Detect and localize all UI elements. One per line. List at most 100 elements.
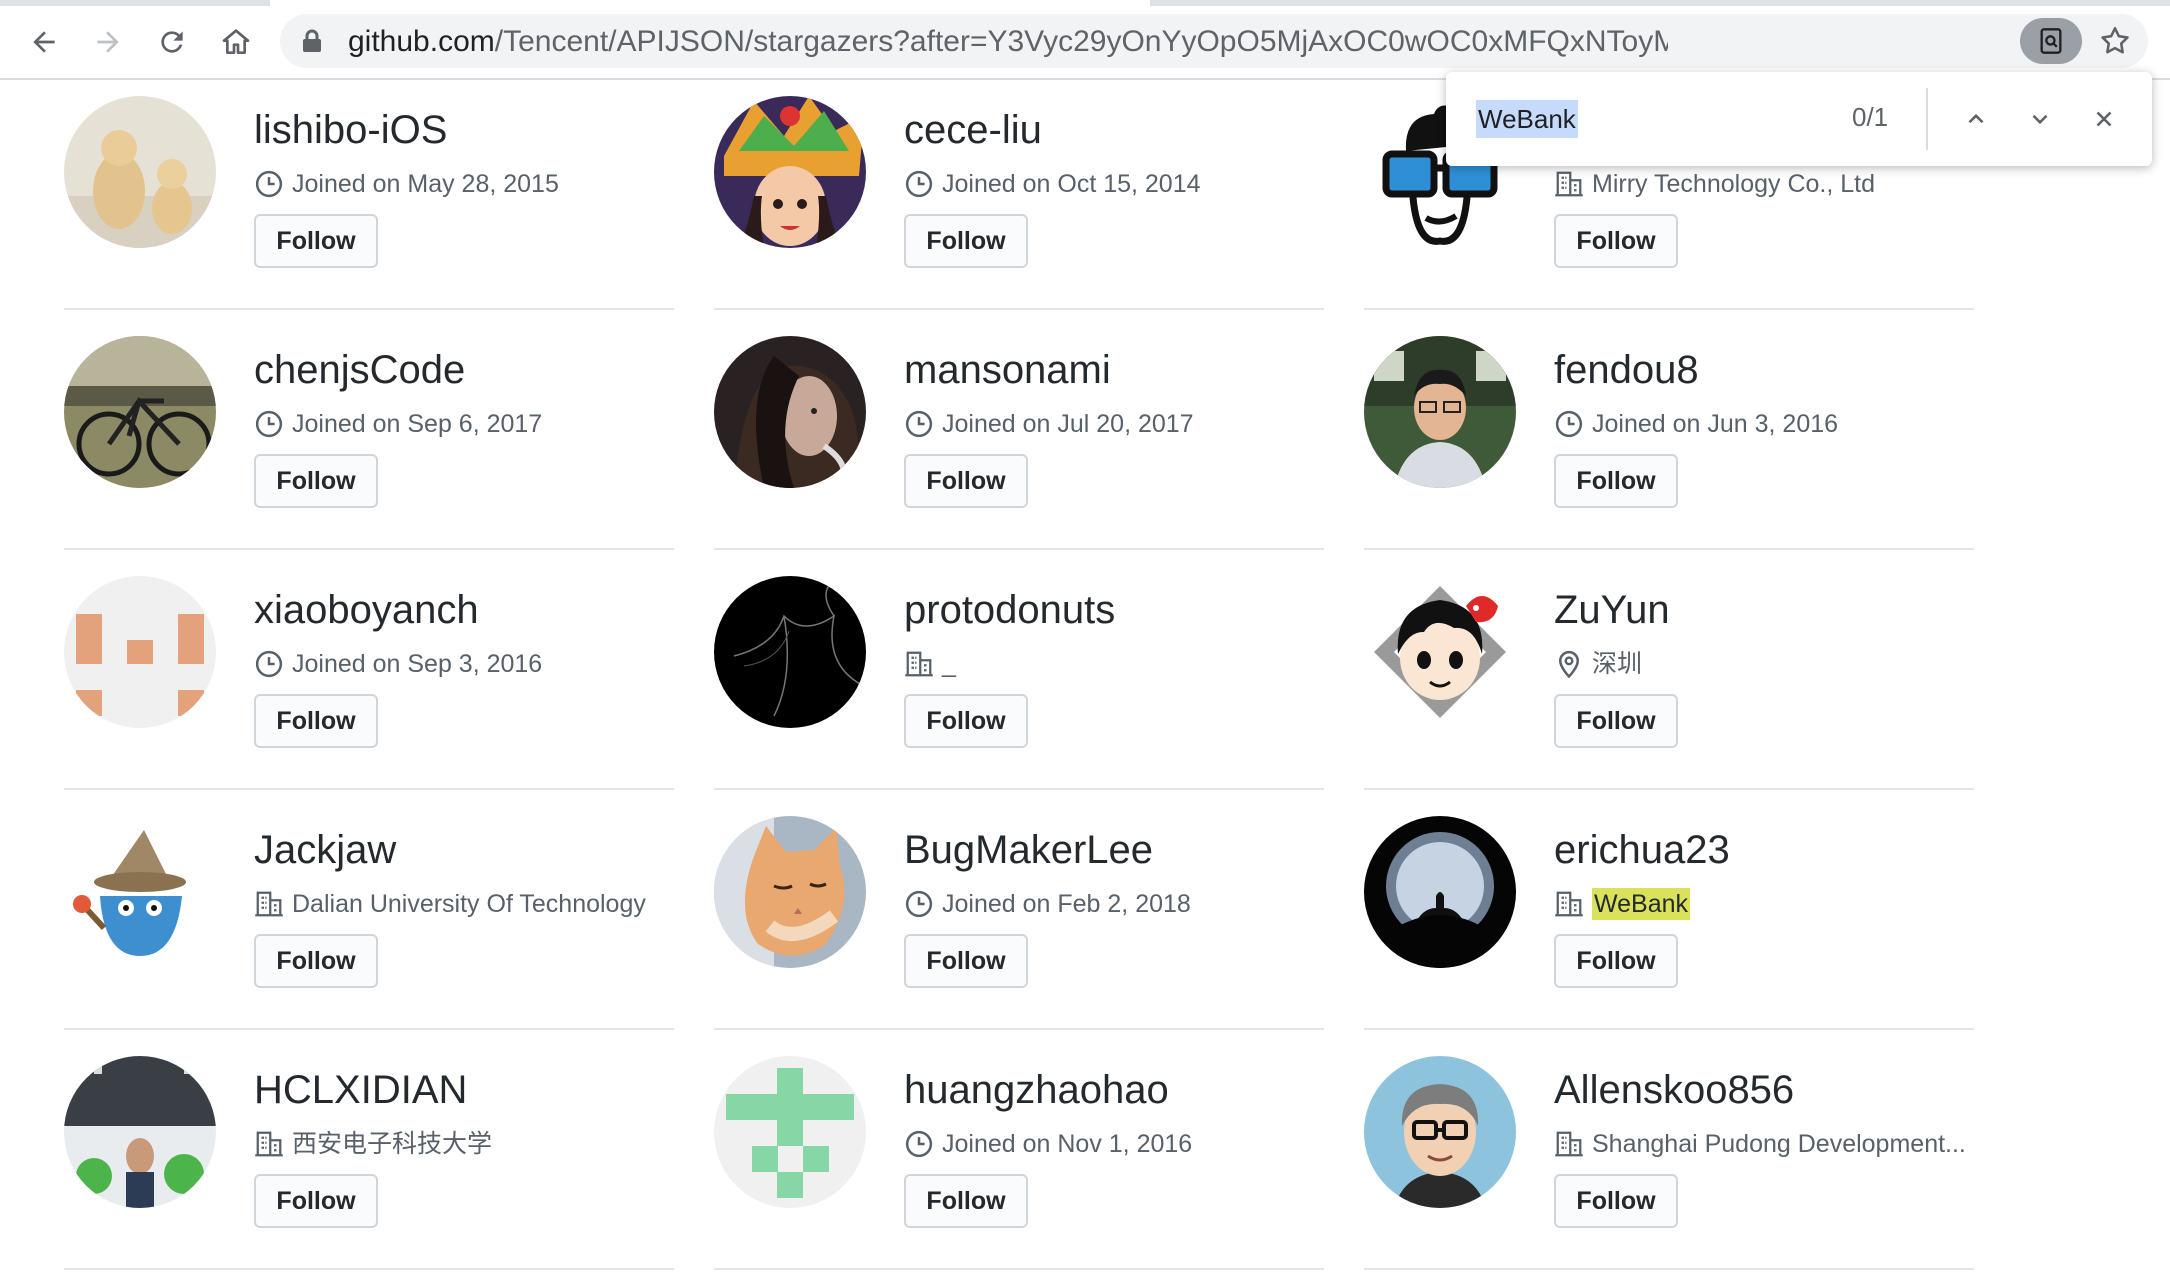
cartoon-man-avatar-image [1364, 1056, 1516, 1208]
user-card: protodonuts _ Follow [714, 550, 1324, 790]
username-link[interactable]: HCLXIDIAN [254, 1066, 467, 1114]
url-text[interactable]: github.com/Tencent/APIJSON/stargazers?af… [348, 26, 1668, 58]
tunnel-silhouette-avatar-image [1364, 816, 1516, 968]
find-bar-divider [1926, 88, 1928, 150]
organization-name: Shanghai Pudong Development... [1592, 1130, 1966, 1158]
username-link[interactable]: Jackjaw [254, 826, 396, 874]
avatar[interactable] [714, 576, 866, 728]
reload-button[interactable] [148, 18, 196, 66]
avatar[interactable] [64, 336, 216, 488]
username-link[interactable]: chenjsCode [254, 346, 465, 394]
url-host: github.com [348, 26, 495, 58]
identicon-avatar-image [64, 576, 216, 728]
star-bookmark-icon[interactable] [2098, 24, 2132, 58]
user-meta: Joined on May 28, 2015 [254, 168, 559, 200]
avatar[interactable] [714, 336, 866, 488]
follow-button[interactable]: Follow [1554, 694, 1678, 748]
follow-button[interactable]: Follow [904, 694, 1028, 748]
avatar[interactable] [64, 96, 216, 248]
clock-icon [1555, 410, 1583, 438]
user-meta: 深圳 [1554, 648, 1642, 680]
follow-button[interactable]: Follow [904, 454, 1028, 508]
back-button[interactable] [20, 18, 68, 66]
avatar[interactable] [714, 816, 866, 968]
avatar[interactable] [1364, 816, 1516, 968]
follow-button[interactable]: Follow [1554, 454, 1678, 508]
active-tab[interactable] [270, 0, 1150, 6]
user-meta: Mirry Technology Co., Ltd [1554, 168, 1875, 200]
username-link[interactable]: BugMakerLee [904, 826, 1153, 874]
url-path: /Tencent/APIJSON/stargazers?after=Y3Vyc2… [494, 26, 1668, 58]
follow-button[interactable]: Follow [904, 1174, 1028, 1228]
avatar[interactable] [64, 1056, 216, 1208]
avatar[interactable] [1364, 1056, 1516, 1208]
lock-icon [303, 29, 321, 52]
user-meta: Joined on Sep 3, 2016 [254, 648, 542, 680]
username-link[interactable]: cece-liu [904, 106, 1042, 154]
user-meta: Joined on Nov 1, 2016 [904, 1128, 1192, 1160]
joined-date: Joined on Feb 2, 2018 [942, 890, 1191, 918]
follow-button[interactable]: Follow [254, 1174, 378, 1228]
username-link[interactable]: xiaoboyanch [254, 586, 479, 634]
dogs-avatar-image [64, 96, 216, 248]
gopher-wizard-avatar-image [64, 816, 216, 968]
follow-button[interactable]: Follow [1554, 1174, 1678, 1228]
username-link[interactable]: ZuYun [1554, 586, 1670, 634]
username-link[interactable]: protodonuts [904, 586, 1115, 634]
username-link[interactable]: Allenskoo856 [1554, 1066, 1794, 1114]
follow-button[interactable]: Follow [254, 934, 378, 988]
follow-button[interactable]: Follow [254, 694, 378, 748]
username-link[interactable]: huangzhaohao [904, 1066, 1169, 1114]
user-card: huangzhaohao Joined on Nov 1, 2016 Follo… [714, 1030, 1324, 1270]
organization-name: Mirry Technology Co., Ltd [1592, 170, 1875, 198]
follow-button[interactable]: Follow [254, 214, 378, 268]
follow-button[interactable]: Follow [254, 454, 378, 508]
user-card: Allenskoo856 Shanghai Pudong Development… [1364, 1030, 1974, 1270]
chevron-down-icon [2032, 114, 2048, 125]
find-previous-button[interactable] [1952, 95, 2000, 143]
organization-icon [255, 891, 283, 917]
tab-strip [0, 0, 2170, 6]
user-meta: WeBank [1554, 888, 1691, 920]
forward-button[interactable] [84, 18, 132, 66]
organization-icon [255, 1131, 283, 1157]
find-in-page-button[interactable] [2020, 18, 2082, 64]
browser-toolbar: github.com/Tencent/APIJSON/stargazers?af… [0, 0, 2170, 80]
username-link[interactable]: lishibo-iOS [254, 106, 447, 154]
user-card: mansonami Joined on Jul 20, 2017 Follow [714, 310, 1324, 550]
organization-icon [905, 651, 933, 677]
address-bar[interactable]: github.com/Tencent/APIJSON/stargazers?af… [280, 14, 2148, 68]
follow-button[interactable]: Follow [1554, 214, 1678, 268]
user-card: Jackjaw Dalian University Of Technology … [64, 790, 674, 1030]
user-meta: _ [904, 648, 956, 680]
organization-icon [1555, 891, 1583, 917]
home-button[interactable] [212, 18, 260, 66]
username-link[interactable]: fendou8 [1554, 346, 1699, 394]
organization-icon [1555, 1131, 1583, 1157]
avatar[interactable] [64, 576, 216, 728]
username-link[interactable]: mansonami [904, 346, 1111, 394]
find-input[interactable]: WeBank [1476, 100, 1578, 138]
avatar[interactable] [714, 1056, 866, 1208]
find-close-button[interactable] [2080, 95, 2128, 143]
avatar[interactable] [1364, 576, 1516, 728]
avatar[interactable] [64, 816, 216, 968]
joined-date: Joined on Jun 3, 2016 [1592, 410, 1839, 438]
clock-icon [255, 650, 283, 678]
follow-button[interactable]: Follow [1554, 934, 1678, 988]
clock-icon [255, 410, 283, 438]
cat-avatar-image [714, 816, 866, 968]
chevron-up-icon [1968, 113, 1984, 124]
username-link[interactable]: erichua23 [1554, 826, 1730, 874]
clock-icon [905, 1130, 933, 1158]
follow-button[interactable]: Follow [904, 214, 1028, 268]
fractal-avatar-image [714, 576, 866, 728]
avatar[interactable] [714, 96, 866, 248]
avatar[interactable] [1364, 336, 1516, 488]
location-name: 深圳 [1592, 650, 1643, 678]
organization-name: _ [942, 650, 956, 678]
location-pin-icon [1558, 650, 1580, 679]
follow-button[interactable]: Follow [904, 934, 1028, 988]
find-next-button[interactable] [2016, 95, 2064, 143]
home-icon [222, 29, 250, 54]
